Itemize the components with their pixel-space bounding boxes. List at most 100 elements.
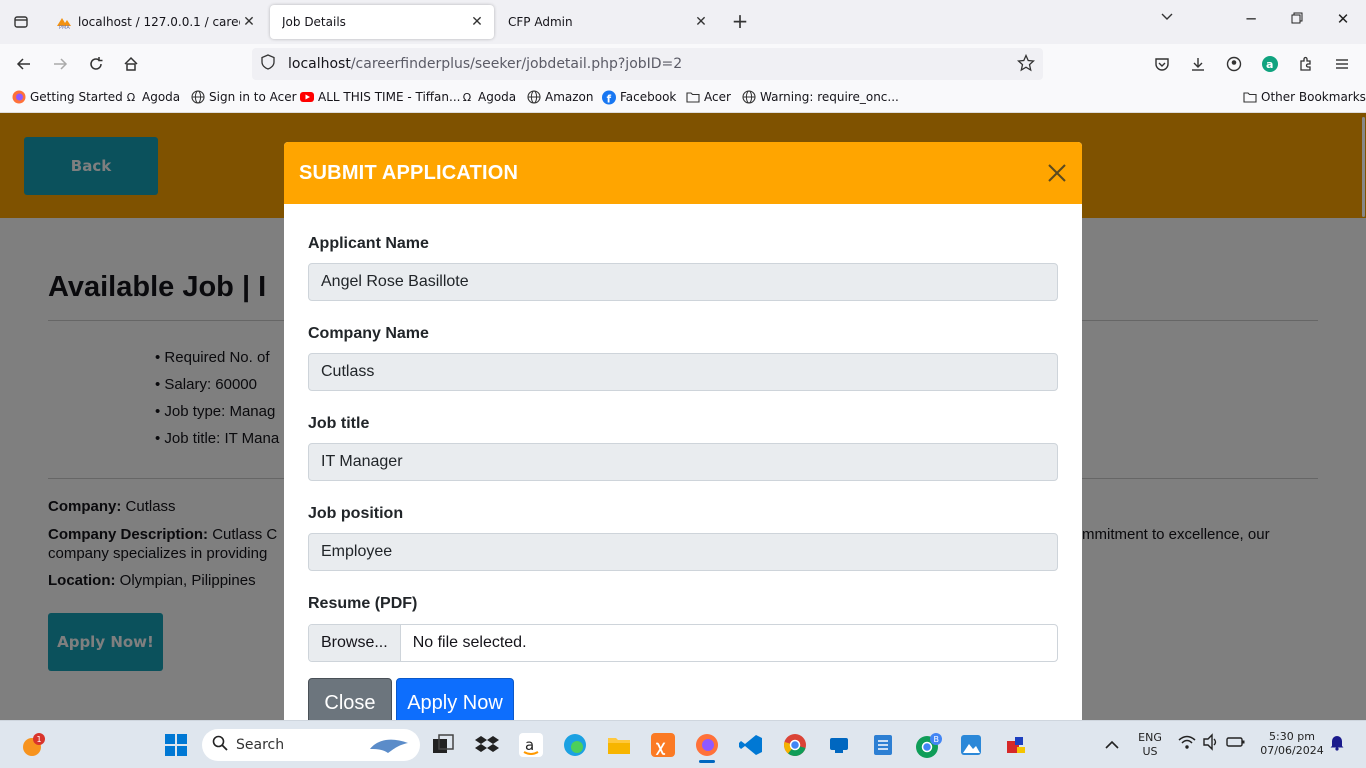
youtube-icon [300, 90, 314, 104]
agoda-icon: Ω [462, 90, 472, 104]
tab-bar: PMA localhost / 127.0.0.1 / careerfind ✕… [0, 0, 1366, 44]
extensions-puzzle-icon[interactable] [1294, 52, 1318, 76]
mobile-link-icon[interactable] [827, 733, 851, 757]
extension-a-icon[interactable]: a [1258, 52, 1282, 76]
photos-icon[interactable] [959, 733, 983, 757]
search-placeholder: Search [236, 737, 285, 753]
apply-now-button[interactable]: Apply Now [396, 678, 514, 720]
bookmark-all-this-time[interactable]: ALL THIS TIME - Tiffan... [300, 90, 460, 104]
tab-job-details[interactable]: Job Details ✕ [270, 5, 494, 39]
applicant-name-field[interactable]: Angel Rose Basillote [308, 263, 1058, 301]
modal-body: Applicant Name Angel Rose Basillote Comp… [284, 204, 1082, 720]
applicant-name-label: Applicant Name [308, 235, 429, 252]
windows-start-icon[interactable] [164, 733, 188, 757]
tab-phpmyadmin[interactable]: PMA localhost / 127.0.0.1 / careerfind ✕ [44, 5, 266, 39]
account-icon[interactable] [1222, 52, 1246, 76]
clock[interactable]: 5:30 pm 07/06/2024 [1252, 730, 1332, 758]
facebook-icon: f [602, 90, 616, 105]
home-icon[interactable] [119, 52, 143, 76]
firefox-taskbar-icon[interactable] [695, 733, 719, 763]
wifi-icon[interactable] [1178, 733, 1202, 757]
dropbox-icon[interactable] [475, 733, 499, 757]
svg-text:B: B [934, 735, 940, 744]
job-position-label: Job position [308, 505, 404, 522]
close-tab-icon[interactable]: ✕ [468, 14, 486, 30]
company-name-label: Company Name [308, 325, 429, 342]
vscode-icon[interactable] [739, 733, 763, 757]
dolphin-illustration-icon [368, 735, 412, 759]
tab-title: Job Details [282, 15, 346, 29]
notepad-icon[interactable] [871, 733, 895, 757]
svg-text:a: a [525, 736, 534, 754]
volume-icon[interactable] [1202, 733, 1226, 757]
page-scrollbar[interactable] [1361, 113, 1366, 720]
search-icon [212, 735, 228, 755]
edge-icon[interactable] [563, 733, 587, 757]
svg-text:a: a [1266, 58, 1273, 71]
weather-icon[interactable]: 1 [20, 733, 45, 757]
resume-label: Resume (PDF) [308, 595, 418, 612]
close-tab-icon[interactable]: ✕ [240, 14, 258, 30]
close-icon[interactable] [1044, 160, 1070, 186]
svg-text:1: 1 [37, 735, 42, 744]
minimize-icon[interactable]: ─ [1236, 10, 1266, 28]
bookmark-getting-started[interactable]: Getting Started [12, 90, 123, 104]
resume-file-input[interactable]: Browse... No file selected. [308, 624, 1058, 662]
tab-list-icon[interactable] [0, 0, 42, 44]
taskbar-search[interactable]: Search [202, 729, 420, 761]
chrome-icon[interactable] [783, 733, 807, 757]
address-bar[interactable]: localhost/careerfinderplus/seeker/jobdet… [252, 48, 1043, 768]
bookmark-warning[interactable]: Warning: require_onc... [742, 90, 899, 104]
bookmarks-toolbar: Getting Started Ω Agoda Sign in to Acer … [0, 84, 1366, 113]
bookmark-other[interactable]: Other Bookmarks [1243, 90, 1366, 104]
file-explorer-icon[interactable] [607, 733, 631, 757]
job-title-field[interactable]: IT Manager [308, 443, 1058, 481]
svg-text:f: f [607, 93, 612, 104]
folder-icon [1243, 90, 1257, 104]
shield-icon[interactable] [260, 54, 280, 74]
svg-text:PMA: PMA [59, 25, 70, 30]
restore-icon[interactable] [1282, 10, 1312, 28]
bookmark-agoda-2[interactable]: Ω Agoda [460, 90, 516, 104]
bookmark-amazon[interactable]: Amazon [527, 90, 594, 104]
company-name-field[interactable]: Cutlass [308, 353, 1058, 391]
url-text[interactable]: localhost/careerfinderplus/seeker/jobdet… [288, 56, 682, 72]
bookmark-agoda[interactable]: Ω Agoda [124, 90, 180, 104]
task-view-icon[interactable] [431, 733, 455, 757]
chevron-up-icon[interactable] [1100, 733, 1124, 757]
forward-arrow-icon[interactable] [48, 52, 72, 76]
pocket-icon[interactable] [1150, 52, 1174, 76]
close-window-icon[interactable]: ✕ [1328, 10, 1358, 28]
xampp-icon[interactable]: ꭓ [651, 733, 675, 757]
globe-icon [191, 90, 205, 104]
windows-taskbar: 1 Search a ꭓ B ENG US 5:30 pm 07/06/2024 [0, 720, 1366, 768]
reload-icon[interactable] [84, 52, 108, 76]
agoda-icon: Ω [126, 90, 136, 104]
firefox-icon [12, 90, 26, 104]
bookmark-sign-in-acer[interactable]: Sign in to Acer [191, 90, 297, 104]
file-status: No file selected. [412, 634, 527, 651]
phpmyadmin-icon: PMA [56, 14, 72, 31]
bookmark-facebook[interactable]: f Facebook [602, 90, 676, 105]
browse-button[interactable]: Browse... [309, 625, 401, 661]
list-all-tabs-icon[interactable] [1152, 10, 1182, 28]
close-button[interactable]: Close [308, 678, 392, 720]
close-tab-icon[interactable]: ✕ [692, 14, 710, 30]
new-tab-button[interactable]: + [728, 10, 752, 34]
tab-title: CFP Admin [508, 15, 573, 29]
menu-hamburger-icon[interactable] [1330, 52, 1354, 76]
back-arrow-icon[interactable] [12, 52, 36, 76]
bookmark-acer[interactable]: Acer [686, 90, 731, 104]
app-cube-icon[interactable] [1003, 733, 1027, 757]
folder-icon [686, 90, 700, 104]
language-indicator[interactable]: ENG US [1130, 731, 1170, 759]
chrome-profile-icon[interactable]: B [915, 733, 942, 758]
downloads-icon[interactable] [1186, 52, 1210, 76]
job-position-field[interactable]: Employee [308, 533, 1058, 571]
bookmark-star-icon[interactable] [1016, 53, 1036, 76]
notification-bell-icon[interactable] [1328, 733, 1352, 757]
battery-icon[interactable] [1226, 733, 1250, 757]
amazon-icon[interactable]: a [519, 733, 543, 757]
globe-icon [527, 90, 541, 104]
tab-cfp-admin[interactable]: CFP Admin ✕ [496, 5, 718, 39]
